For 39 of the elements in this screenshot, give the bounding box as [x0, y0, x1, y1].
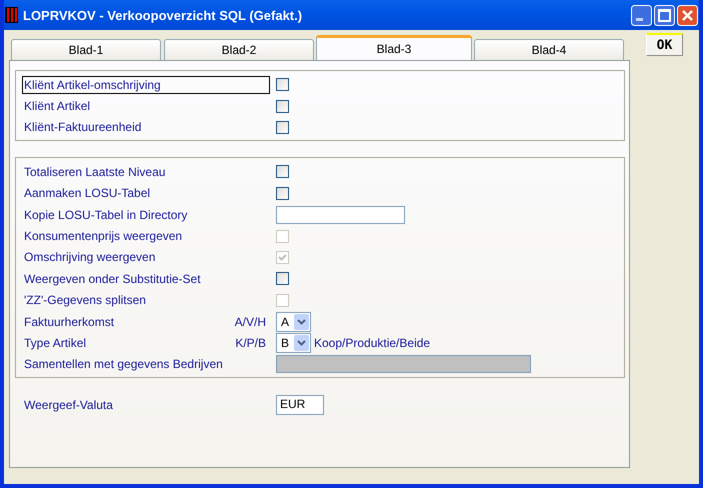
field-label: Kliënt Artikel-omschrijving [22, 76, 270, 94]
checkbox[interactable] [276, 165, 289, 178]
field-label: Kliënt-Faktuureenheid [23, 119, 142, 136]
field-hint: A/V/H [234, 314, 266, 329]
field-label: Kopie LOSU-Tabel in Directory [23, 206, 188, 224]
app-icon [5, 7, 18, 23]
field-label: Totaliseren Laatste Niveau [23, 164, 166, 181]
input-field[interactable] [276, 206, 405, 224]
field-label: Samentellen met gegevens Bedrijven [23, 356, 224, 374]
ok-button[interactable]: OK [646, 33, 683, 56]
field-label: Type Artikel [23, 334, 88, 352]
checkbox[interactable] [276, 120, 289, 134]
checkbox[interactable] [276, 78, 289, 92]
field-label: Faktuurherkomst [23, 314, 116, 331]
maximize-button[interactable] [654, 4, 675, 26]
checkbox[interactable] [276, 186, 289, 200]
caret-icon [297, 340, 306, 346]
caret-icon [297, 318, 306, 325]
close-button[interactable] [677, 4, 698, 26]
field-label: Aanmaken LOSU-Tabel [23, 185, 152, 202]
window-title: LOPRVKOV - Verkoopoverzicht SQL (Gefakt.) [23, 8, 304, 22]
field-hint: K/P/B [235, 336, 266, 350]
field-label: Weergeef-Valuta [23, 396, 114, 414]
field-label: Konsumentenprijs weergeven [23, 228, 184, 246]
tab[interactable]: Blad-2 [164, 39, 314, 60]
field-label: Kliënt Artikel [23, 98, 92, 116]
dropdown[interactable]: A [276, 312, 311, 332]
minimize-button[interactable] [631, 4, 652, 26]
field-label: 'ZZ'-Gegevens splitsen [23, 292, 147, 310]
tab[interactable]: Blad-1 [11, 39, 161, 60]
tab[interactable]: Blad-4 [474, 39, 624, 60]
tab[interactable]: Blad-3 [316, 35, 472, 60]
field-hint: Koop/Produktie/Beide [314, 336, 430, 350]
input-field[interactable]: EUR [276, 394, 324, 415]
field-label: Omschrijving weergeven [23, 249, 156, 266]
checkbox[interactable] [276, 100, 289, 113]
dropdown[interactable]: B [276, 332, 311, 353]
checkbox[interactable] [276, 272, 289, 286]
field-label: Weergeven onder Substitutie-Set [23, 270, 202, 288]
